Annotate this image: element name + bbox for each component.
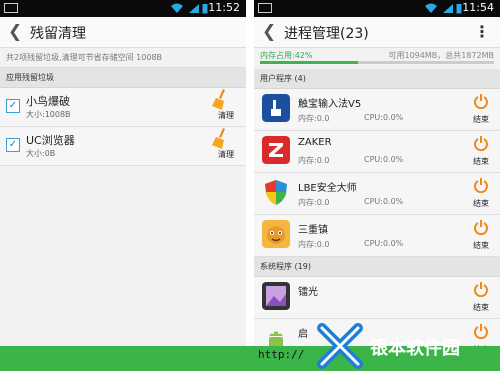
end-button-label: 结束	[473, 241, 489, 250]
wifi-icon	[425, 3, 437, 13]
status-bar: 11:52	[0, 0, 246, 17]
end-button-label: 结束	[473, 199, 489, 208]
power-icon	[474, 282, 488, 298]
memory-available-text: 可用1094MB，总共1872MB	[388, 51, 495, 60]
overflow-menu-icon[interactable]: ⋮	[474, 22, 490, 41]
checkbox[interactable]: ✓	[6, 138, 20, 152]
end-process-button[interactable]: 结束	[470, 135, 492, 167]
watermark-text: 银本软件园	[370, 338, 460, 359]
process-memory: 内存:0.0	[298, 198, 330, 207]
process-memory: 内存:0.0	[298, 114, 330, 123]
memory-used-text: 内存占用:42%	[260, 51, 313, 60]
power-icon	[474, 220, 488, 236]
junk-item-name: UC浏览器	[26, 134, 75, 147]
process-memory: 内存:0.0	[298, 156, 330, 165]
process-row[interactable]: 触宝输入法V5 内存:0.0 CPU:0.0% 结束	[254, 89, 500, 131]
notification-image-icon	[258, 3, 272, 13]
end-process-button[interactable]: 结束	[470, 219, 492, 251]
touchpal-icon	[262, 94, 290, 122]
process-cpu: CPU:0.0%	[364, 197, 404, 206]
process-manager-screen: 11:54 ❮ 进程管理(23) ⋮ 内存占用:42% 可用1094MB，总共1…	[254, 0, 500, 346]
power-icon	[474, 178, 488, 194]
memory-progress-track	[260, 61, 494, 64]
watermark-url: http://	[258, 348, 305, 361]
notification-image-icon	[4, 3, 18, 13]
power-icon	[474, 136, 488, 152]
memory-usage: 内存占用:42% 可用1094MB，总共1872MB	[254, 48, 500, 69]
junk-cleanup-screen: 11:52 ❮ 残留清理 共2项残留垃圾,清理可节省存储空间 1008B 应用残…	[0, 0, 246, 346]
process-row[interactable]: ZAKER 内存:0.0 CPU:0.0% 结束	[254, 131, 500, 173]
power-icon	[474, 94, 488, 110]
cleanup-summary: 共2项残留垃圾,清理可节省存储空间 1008B	[0, 48, 246, 68]
battery-icon	[202, 4, 208, 14]
watermark-logo-icon	[317, 323, 363, 369]
page-title: 进程管理(23)	[284, 26, 369, 42]
divider	[246, 0, 254, 346]
process-name: 启	[298, 329, 308, 340]
end-process-button[interactable]: 结束	[470, 93, 492, 125]
broom-icon[interactable]	[208, 127, 234, 151]
process-cpu: CPU:0.0%	[364, 113, 404, 122]
checkbox[interactable]: ✓	[6, 99, 20, 113]
process-cpu: CPU:0.0%	[364, 239, 404, 248]
end-button-label: 结束	[473, 303, 489, 312]
zaker-icon	[262, 136, 290, 164]
title-bar: ❮ 进程管理(23) ⋮	[254, 17, 500, 48]
section-header-app-junk: 应用残留垃圾	[0, 68, 246, 88]
signal-icon	[189, 4, 199, 13]
clean-button-label[interactable]: 清理	[218, 149, 234, 160]
process-name: 镭光	[298, 287, 318, 298]
page-title: 残留清理	[30, 26, 86, 42]
end-button-label: 结束	[473, 115, 489, 124]
clean-button-label[interactable]: 清理	[218, 110, 234, 121]
process-name: LBE安全大师	[298, 183, 357, 194]
title-bar: ❮ 残留清理	[0, 17, 246, 48]
process-name: 触宝输入法V5	[298, 99, 362, 110]
process-row[interactable]: 镭光 结束	[254, 277, 500, 319]
power-icon	[474, 324, 488, 340]
junk-item[interactable]: ✓ 小鸟爆破 大小:1008B 清理	[0, 88, 246, 127]
process-name: 三重镇	[298, 225, 328, 236]
status-bar: 11:54	[254, 0, 500, 17]
end-process-button[interactable]: 结束	[470, 323, 492, 346]
section-header-user-programs: 用户程序 (4)	[254, 69, 500, 89]
junk-item-size: 大小:1008B	[26, 110, 71, 119]
game-character-icon	[262, 220, 290, 248]
end-process-button[interactable]: 结束	[470, 281, 492, 313]
process-cpu: CPU:0.0%	[364, 155, 404, 164]
process-row[interactable]: LBE安全大师 内存:0.0 CPU:0.0% 结束	[254, 173, 500, 215]
status-time: 11:52	[208, 1, 240, 14]
end-process-button[interactable]: 结束	[470, 177, 492, 209]
process-row[interactable]: 三重镇 内存:0.0 CPU:0.0% 结束	[254, 215, 500, 257]
section-header-system-programs: 系统程序 (19)	[254, 257, 500, 277]
battery-icon	[456, 4, 462, 14]
process-name: ZAKER	[298, 137, 332, 148]
android-icon	[269, 331, 283, 346]
back-arrow-icon[interactable]: ❮	[262, 22, 276, 42]
gallery-icon	[262, 282, 290, 310]
junk-item-name: 小鸟爆破	[26, 95, 70, 108]
signal-icon	[443, 4, 453, 13]
broom-icon[interactable]	[208, 88, 234, 112]
back-arrow-icon[interactable]: ❮	[8, 22, 22, 42]
status-time: 11:54	[462, 1, 494, 14]
process-memory: 内存:0.0	[298, 240, 330, 249]
junk-item[interactable]: ✓ UC浏览器 大小:0B 清理	[0, 127, 246, 166]
memory-progress-fill	[260, 61, 359, 64]
lbe-shield-icon	[265, 180, 287, 205]
wifi-icon	[171, 3, 183, 13]
end-button-label: 结束	[473, 157, 489, 166]
junk-item-size: 大小:0B	[26, 149, 56, 158]
